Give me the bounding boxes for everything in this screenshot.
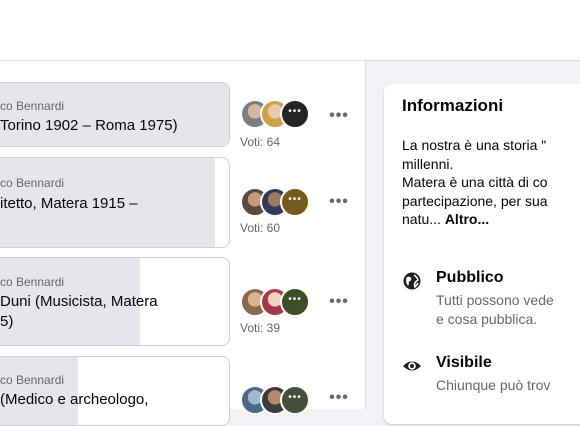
option-author: co Bennardi — [0, 373, 65, 387]
option-author: co Bennardi — [0, 99, 65, 113]
top-navigation-bar — [0, 0, 580, 61]
see-more-link[interactable]: Altro... — [445, 211, 489, 227]
poll-option-3[interactable]: co Bennardi Duni (Musicista, Matera 5) — [0, 257, 230, 346]
voter-avatars[interactable]: ••• — [240, 187, 320, 217]
option-text-line-2: 5) — [0, 313, 14, 330]
option-text: Duni (Musicista, Matera — [0, 293, 158, 310]
description-line: partecipazione, per sua — [402, 192, 548, 209]
privacy-description-line-2: e cosa pubblica. — [436, 311, 538, 327]
visibility-description: Chiunque può trov — [436, 377, 551, 393]
vote-count: Voti: 64 — [240, 135, 281, 149]
more-voters-indicator: ••• — [282, 387, 308, 413]
option-menu-button[interactable]: ••• — [327, 294, 351, 316]
avatar: ••• — [280, 385, 310, 415]
visibility-title: Visibile — [436, 354, 492, 371]
vote-count: Voti: 60 — [240, 221, 281, 235]
vote-count: Voti: 39 — [240, 321, 281, 335]
description-line: millenni. — [402, 155, 454, 172]
avatar: ••• — [280, 99, 310, 129]
option-author: co Bennardi — [0, 176, 65, 190]
poll-option-4[interactable]: co Bennardi (Medico e archeologo, — [0, 356, 230, 426]
description-line: natu... — [402, 211, 445, 227]
about-title: Informazioni — [402, 96, 504, 115]
more-voters-indicator: ••• — [282, 189, 308, 215]
option-menu-button[interactable]: ••• — [327, 108, 351, 130]
privacy-title: Pubblico — [436, 269, 504, 286]
avatar: ••• — [280, 287, 310, 317]
voter-avatars[interactable]: ••• — [240, 287, 320, 317]
more-voters-indicator: ••• — [282, 101, 308, 127]
privacy-description: Tutti possono vede — [436, 292, 554, 308]
description-line: La nostra è una storia " — [402, 137, 547, 153]
option-author: co Bennardi — [0, 275, 65, 289]
option-text: Torino 1902 – Roma 1975) — [0, 117, 178, 134]
poll-option-1[interactable]: co Bennardi Torino 1902 – Roma 1975) — [0, 82, 230, 147]
description-last-line: natu... Altro... — [402, 210, 580, 229]
option-menu-button[interactable]: ••• — [327, 194, 351, 216]
option-text: (Medico e archeologo, — [0, 391, 149, 408]
vote-share-fill — [0, 83, 229, 146]
globe-icon — [403, 272, 421, 290]
panel-divider — [365, 61, 366, 409]
option-menu-button[interactable]: ••• — [327, 390, 351, 412]
group-description: La nostra è una storia " millenni. Mater… — [402, 136, 580, 229]
poll-option-2[interactable]: co Bennardi itetto, Matera 1915 – — [0, 157, 230, 248]
more-voters-indicator: ••• — [282, 289, 308, 315]
about-card: Informazioni La nostra è una storia " mi… — [384, 84, 580, 424]
option-text: itetto, Matera 1915 – — [0, 195, 138, 212]
voter-avatars[interactable]: ••• — [240, 99, 320, 129]
eye-icon — [403, 361, 421, 371]
avatar: ••• — [280, 187, 310, 217]
description-line: Matera è una città di co — [402, 174, 548, 190]
